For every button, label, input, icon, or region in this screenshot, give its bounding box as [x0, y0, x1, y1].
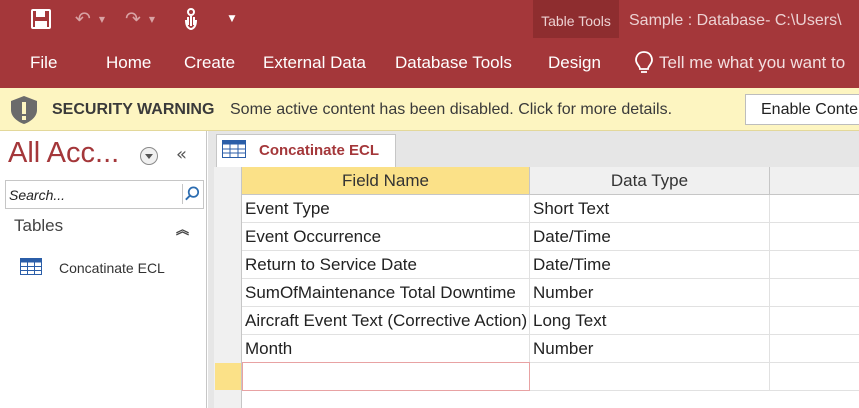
table-row[interactable]: Aircraft Event Text (Corrective Action) …	[242, 307, 859, 335]
field-name-cell[interactable]: SumOfMaintenance Total Downtime	[242, 279, 530, 307]
undo-icon[interactable]: ↶	[72, 8, 94, 30]
nav-item-concatinate-ecl[interactable]: Concatinate ECL	[8, 252, 204, 280]
save-icon[interactable]	[30, 8, 52, 30]
data-type-cell[interactable]	[530, 363, 770, 391]
field-name-cell[interactable]: Month	[242, 335, 530, 363]
data-type-cell[interactable]: Long Text	[530, 307, 770, 335]
table-row[interactable]: Return to Service Date Date/Time	[242, 251, 859, 279]
table-row[interactable]: Event Type Short Text	[242, 195, 859, 223]
document-tab-label: Concatinate ECL	[259, 142, 380, 159]
data-type-cell[interactable]: Number	[530, 335, 770, 363]
data-type-cell[interactable]: Date/Time	[530, 223, 770, 251]
data-type-cell[interactable]: Short Text	[530, 195, 770, 223]
security-warning-title: SECURITY WARNING	[52, 101, 215, 118]
description-cell[interactable]	[770, 195, 859, 223]
field-name-cell[interactable]: Event Type	[242, 195, 530, 223]
description-cell[interactable]	[770, 363, 859, 391]
current-row-selector[interactable]	[215, 363, 241, 390]
nav-search-box	[5, 180, 204, 209]
window-title: Sample : Database- C:\Users\	[629, 12, 842, 29]
description-cell[interactable]	[770, 223, 859, 251]
data-type-cell[interactable]: Number	[530, 279, 770, 307]
tab-design[interactable]: Design	[548, 38, 601, 88]
touch-mode-icon[interactable]	[180, 8, 202, 30]
enable-content-button[interactable]: Enable Content	[745, 94, 859, 125]
description-cell[interactable]	[770, 335, 859, 363]
nav-menu-dropdown-icon[interactable]	[140, 147, 158, 165]
collapse-pane-icon[interactable]: «	[176, 145, 192, 165]
nav-pane-title[interactable]: All Acc...	[8, 137, 119, 170]
column-header-data-type[interactable]: Data Type	[530, 167, 770, 195]
group-collapse-icon[interactable]: ︽	[176, 219, 189, 238]
new-field-name-input[interactable]	[242, 362, 530, 391]
nav-item-label: Concatinate ECL	[59, 260, 165, 276]
tab-external-data[interactable]: External Data	[263, 38, 366, 88]
description-cell[interactable]	[770, 279, 859, 307]
tab-database-tools[interactable]: Database Tools	[395, 38, 512, 88]
description-cell[interactable]	[770, 251, 859, 279]
field-name-cell[interactable]: Event Occurrence	[242, 223, 530, 251]
tab-create[interactable]: Create	[184, 38, 235, 88]
search-input[interactable]	[6, 181, 178, 208]
data-type-cell[interactable]: Date/Time	[530, 251, 770, 279]
table-icon	[20, 258, 42, 275]
redo-icon[interactable]: ↷	[122, 8, 144, 30]
customize-toolbar-icon[interactable]: ▼	[226, 8, 238, 30]
tell-me-search[interactable]: Tell me what you want to	[659, 38, 845, 88]
undo-dropdown-icon[interactable]: ▼	[97, 8, 107, 30]
table-row[interactable]: Month Number	[242, 335, 859, 363]
search-icon[interactable]	[182, 184, 202, 204]
context-tab-label: Table Tools	[541, 13, 611, 29]
table-row[interactable]: SumOfMaintenance Total Downtime Number	[242, 279, 859, 307]
column-header-description[interactable]	[770, 167, 859, 195]
security-warning-message[interactable]: Some active content has been disabled. C…	[230, 88, 672, 131]
column-header-field-name[interactable]: Field Name	[242, 167, 530, 195]
table-icon	[222, 140, 246, 158]
tab-home[interactable]: Home	[106, 38, 151, 88]
warning-shield-icon	[11, 96, 37, 124]
lightbulb-icon	[635, 51, 653, 73]
nav-group-tables[interactable]: Tables	[14, 216, 63, 236]
field-name-cell[interactable]: Return to Service Date	[242, 251, 530, 279]
redo-dropdown-icon[interactable]: ▼	[147, 8, 157, 30]
description-cell[interactable]	[770, 307, 859, 335]
table-row[interactable]: Event Occurrence Date/Time	[242, 223, 859, 251]
tab-file[interactable]: File	[30, 38, 57, 88]
field-name-cell[interactable]: Aircraft Event Text (Corrective Action)	[242, 307, 530, 335]
